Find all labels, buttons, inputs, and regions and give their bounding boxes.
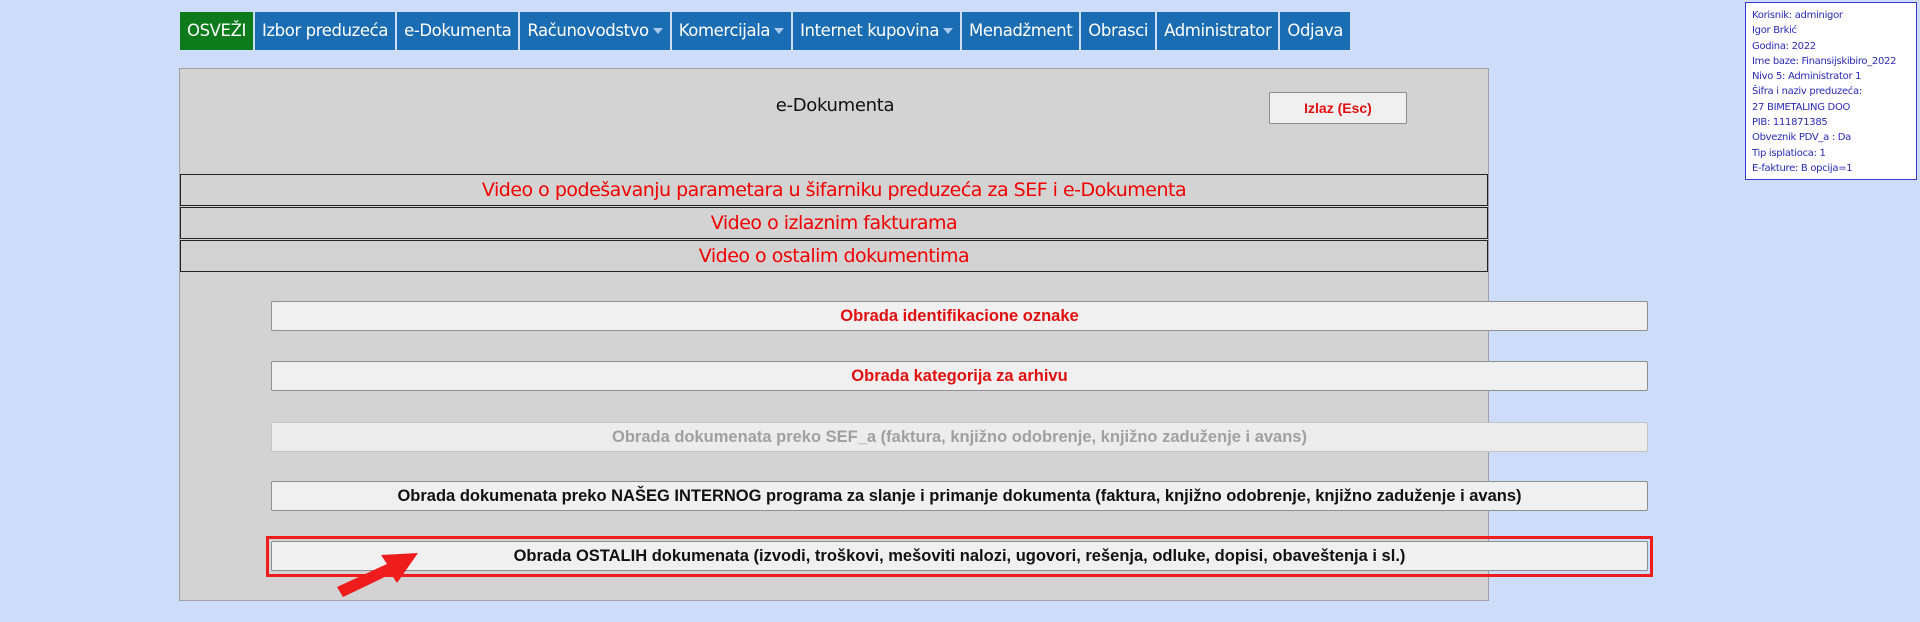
user-year: Godina: 2022 <box>1752 40 1816 52</box>
user-company-label: Šifra i naziv preduzeća: <box>1752 86 1862 98</box>
video-link-sef-settings[interactable]: Video o podešavanju parametara u šifarni… <box>180 174 1488 206</box>
nav-logout-label: Odjava <box>1287 21 1344 40</box>
red-arrow-icon <box>337 553 418 597</box>
video-link-other-documents[interactable]: Video o ostalim dokumentima <box>180 240 1488 272</box>
nav-management[interactable]: Menadžment <box>962 12 1080 50</box>
caret-down-icon <box>652 28 663 34</box>
exit-button[interactable]: Izlaz (Esc) <box>1269 92 1407 124</box>
nav-company-select-label: Izbor preduzeća <box>261 21 389 40</box>
caret-down-icon <box>943 28 954 34</box>
nav-refresh[interactable]: OSVEŽI <box>180 12 253 50</box>
other-documents-button[interactable]: Obrada OSTALIH dokumenata (izvodi, trošk… <box>271 541 1648 571</box>
user-company-name: 27 BIMETALING DOO <box>1752 101 1851 113</box>
identification-mark-button[interactable]: Obrada identifikacione oznake <box>271 301 1648 331</box>
internal-program-documents-button[interactable]: Obrada dokumenata preko NAŠEG INTERNOG p… <box>271 481 1648 511</box>
sef-documents-button[interactable]: Obrada dokumenata preko SEF_a (faktura, … <box>271 422 1648 452</box>
user-database: Ime baze: Finansijskibiro_2022 <box>1752 55 1897 67</box>
video-link-outgoing-invoices[interactable]: Video o izlaznim fakturama <box>180 207 1488 239</box>
user-username: Korisnik: adminigor <box>1752 10 1843 21</box>
nav-commercial-label: Komercijala <box>678 21 771 40</box>
nav-administrator[interactable]: Administrator <box>1157 12 1279 50</box>
caret-down-icon <box>774 28 785 34</box>
nav-management-label: Menadžment <box>969 21 1073 40</box>
nav-accounting[interactable]: Računovodstvo <box>520 12 670 50</box>
user-full-name: Igor Brkić <box>1752 25 1797 37</box>
nav-refresh-label: OSVEŽI <box>187 21 246 40</box>
nav-company-select[interactable]: Izbor preduzeća <box>254 12 396 50</box>
archive-categories-button[interactable]: Obrada kategorija za arhivu <box>271 361 1648 391</box>
user-info-box: Korisnik: adminigor Igor Brkić Godina: 2… <box>1745 2 1917 180</box>
nav-internet-shopping[interactable]: Internet kupovina <box>793 12 961 50</box>
nav-e-documents[interactable]: e-Dokumenta <box>397 12 519 50</box>
nav-commercial[interactable]: Komercijala <box>671 12 792 50</box>
nav-accounting-label: Računovodstvo <box>527 21 649 40</box>
nav-administrator-label: Administrator <box>1164 21 1272 40</box>
nav-internet-shopping-label: Internet kupovina <box>800 21 940 40</box>
nav-forms[interactable]: Obrasci <box>1081 12 1156 50</box>
main-nav: OSVEŽI Izbor preduzeća e-Dokumenta Račun… <box>180 12 1352 50</box>
user-level: Nivo 5: Administrator 1 <box>1752 71 1862 83</box>
nav-forms-label: Obrasci <box>1088 21 1149 40</box>
user-pib: PIB: 111871385 <box>1752 117 1828 129</box>
user-e-invoices: E-fakture: B opcija=1 <box>1752 162 1853 174</box>
user-payer-type: Tip isplatioca: 1 <box>1752 147 1826 159</box>
user-vat-status: Obveznik PDV_a : Da <box>1752 132 1852 144</box>
nav-e-documents-label: e-Dokumenta <box>404 21 512 40</box>
nav-logout[interactable]: Odjava <box>1280 12 1351 50</box>
e-documents-panel: e-Dokumenta Izlaz (Esc) Video o podešava… <box>179 68 1653 601</box>
